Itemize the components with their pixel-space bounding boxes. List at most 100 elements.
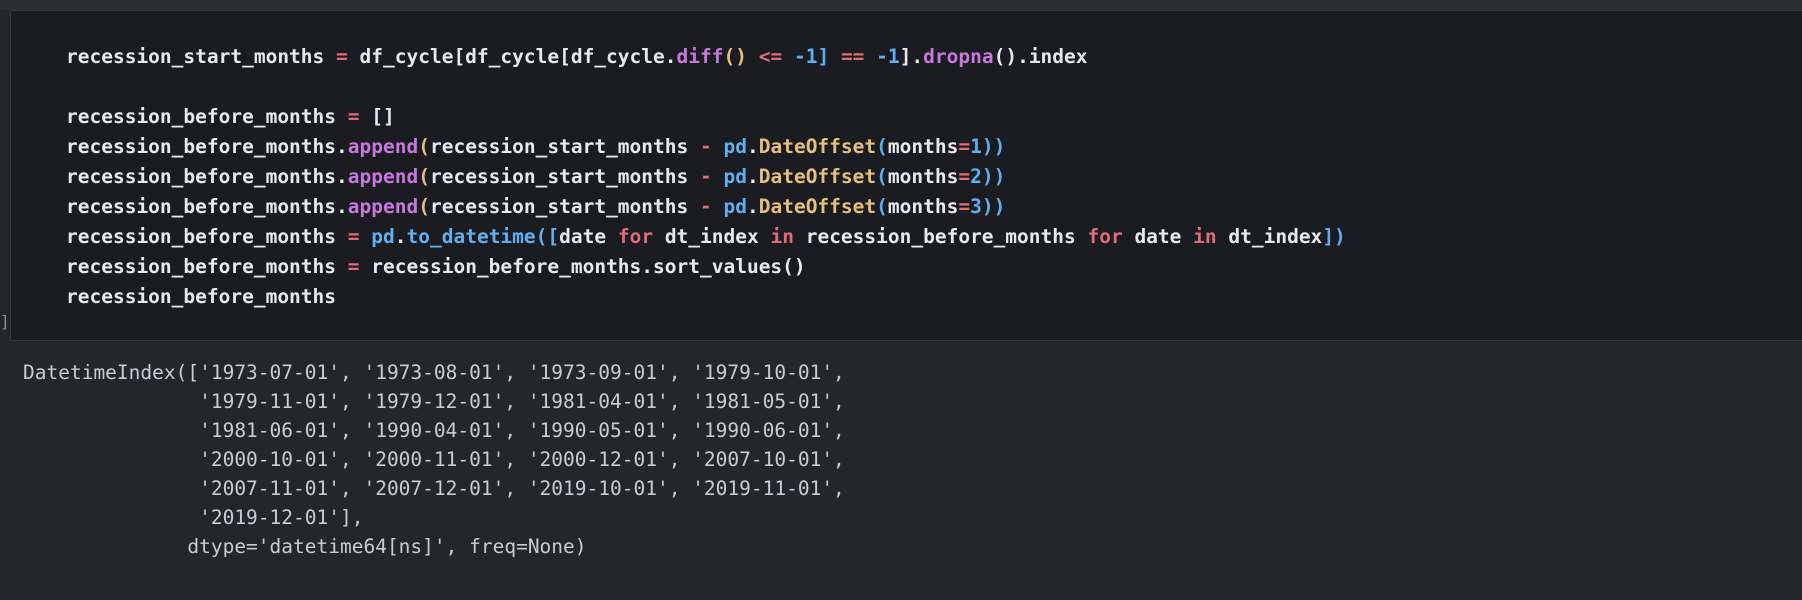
code-token: () <box>723 45 747 68</box>
code-token: -1 <box>876 45 900 68</box>
code-token: df_cycle[df_cycle[df_cycle. <box>347 45 677 68</box>
output-line: '1979-11-01', '1979-12-01', '1981-04-01'… <box>23 390 845 413</box>
code-token: pd <box>723 135 747 158</box>
code-token: = <box>347 225 360 248</box>
code-token: ]) <box>1322 225 1346 248</box>
code-line: recession_start_months = df_cycle[df_cyc… <box>66 42 1346 72</box>
code-token: months <box>887 195 959 218</box>
code-token: -1 <box>793 45 818 68</box>
code-token: for <box>1087 225 1123 248</box>
code-token: - <box>700 135 712 158</box>
code-token: 2 <box>970 165 982 188</box>
code-token: recession_start_months <box>429 195 700 218</box>
code-token: dt_index <box>1216 225 1323 248</box>
code-token: recession_before_months. <box>66 135 348 158</box>
code-token: )) <box>981 195 1006 218</box>
cell-output: DatetimeIndex(['1973-07-01', '1973-08-01… <box>23 358 845 561</box>
output-line: '1981-06-01', '1990-04-01', '1990-05-01'… <box>23 419 845 442</box>
code-token: recession_before_months <box>66 255 337 278</box>
code-token: append <box>347 195 419 218</box>
code-line: recession_before_months.append(recession… <box>66 162 1346 192</box>
code-token: - <box>700 195 712 218</box>
output-line: dtype='datetime64[ns]', freq=None) <box>23 535 587 558</box>
code-token: in <box>1193 225 1217 248</box>
output-line: '2000-10-01', '2000-11-01', '2000-12-01'… <box>23 448 845 471</box>
code-token: recession_start_months <box>429 135 700 158</box>
output-line: '2019-12-01'], <box>23 506 364 529</box>
code-line: recession_before_months = pd.to_datetime… <box>66 222 1346 252</box>
code-token: - <box>700 165 712 188</box>
code-token: DateOffset <box>758 195 877 218</box>
output-line: '2007-11-01', '2007-12-01', '2019-10-01'… <box>23 477 845 500</box>
code-token: pd <box>723 195 747 218</box>
code-token: . <box>746 165 759 188</box>
code-token: )) <box>981 165 1006 188</box>
code-token: ( <box>418 135 430 158</box>
code-token: . <box>394 225 407 248</box>
code-token: recession_before_months <box>66 105 337 128</box>
code-token: recession_before_months. <box>66 195 348 218</box>
code-token: <= <box>758 45 783 68</box>
output-line: DatetimeIndex(['1973-07-01', '1973-08-01… <box>23 361 845 384</box>
code-token: months <box>887 135 959 158</box>
code-editor[interactable]: recession_start_months = df_cycle[df_cyc… <box>66 42 1346 312</box>
code-token: ().index <box>993 45 1088 68</box>
code-token: months <box>887 165 959 188</box>
code-token: recession_before_months.sort_values() <box>359 255 806 278</box>
code-token: DateOffset <box>758 135 877 158</box>
cell-execution-marker: ] <box>0 312 10 331</box>
code-token: ([ <box>535 225 560 248</box>
code-token: pd <box>371 225 395 248</box>
code-token: diff <box>676 45 724 68</box>
code-token: 3 <box>970 195 982 218</box>
code-token: recession_start_months <box>429 165 700 188</box>
code-token: dropna <box>923 45 994 68</box>
code-token: append <box>347 135 419 158</box>
code-token: [] <box>359 105 395 128</box>
code-token: ( <box>418 195 430 218</box>
previous-cell-edge <box>0 0 1802 10</box>
code-token: recession_before_months. <box>66 165 348 188</box>
code-line: recession_before_months.append(recession… <box>66 192 1346 222</box>
code-token: date <box>1122 225 1194 248</box>
code-token: to_datetime <box>406 225 536 248</box>
code-line: recession_before_months.append(recession… <box>66 132 1346 162</box>
code-token: DateOffset <box>758 165 877 188</box>
code-token: ( <box>876 195 888 218</box>
code-token: ( <box>876 165 888 188</box>
code-token: recession_before_months <box>66 285 337 308</box>
code-token: = <box>347 105 360 128</box>
code-token: = <box>958 195 971 218</box>
code-token: = <box>336 45 348 68</box>
code-cell[interactable]: recession_start_months = df_cycle[df_cyc… <box>10 10 1802 341</box>
notebook-page: recession_start_months = df_cycle[df_cyc… <box>0 0 1802 600</box>
code-token: for <box>617 225 654 248</box>
code-token: 1 <box>970 135 982 158</box>
code-token: == <box>840 45 865 68</box>
code-token: in <box>770 225 794 248</box>
code-token: ( <box>876 135 888 158</box>
code-token: ]. <box>899 45 924 68</box>
code-token: . <box>746 135 759 158</box>
code-token: = <box>958 135 971 158</box>
code-token: date <box>559 225 618 248</box>
code-token: = <box>958 165 971 188</box>
code-token: dt_index <box>653 225 771 248</box>
code-token: ] <box>817 45 830 68</box>
code-token: recession_before_months <box>66 225 337 248</box>
code-token: pd <box>723 165 747 188</box>
code-token: = <box>347 255 360 278</box>
code-token: . <box>746 195 759 218</box>
code-token: )) <box>981 135 1006 158</box>
